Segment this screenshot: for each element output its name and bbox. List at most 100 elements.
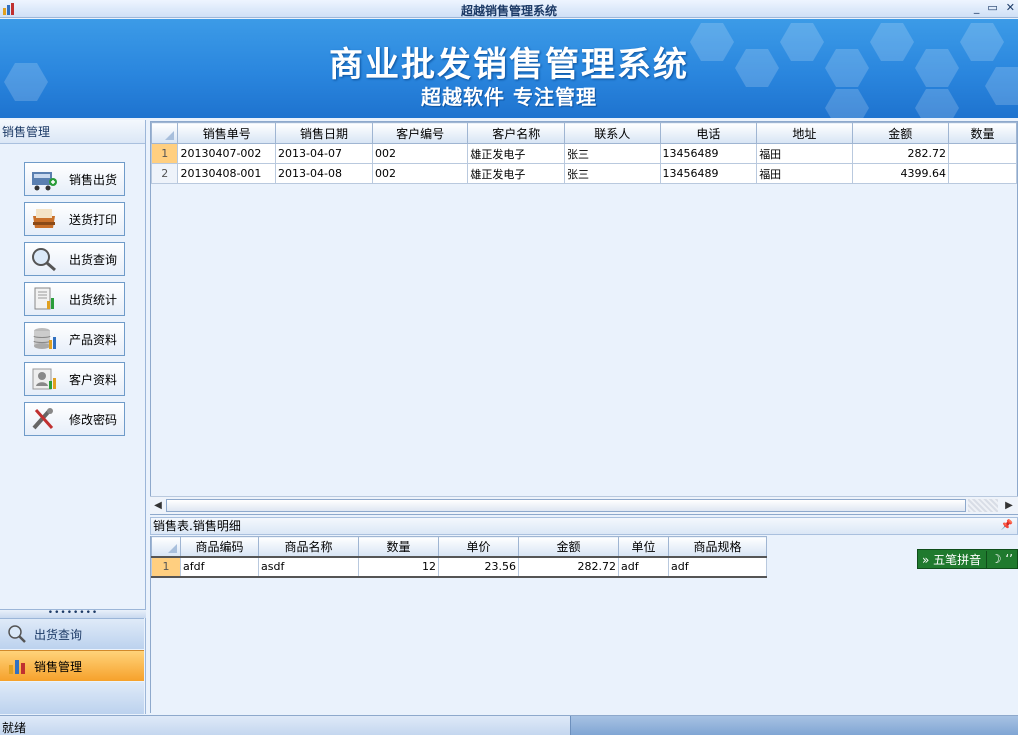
ime-mode-label: 五笔拼音 xyxy=(933,552,982,567)
column-header[interactable]: 销售日期 xyxy=(275,122,373,144)
column-header[interactable]: 商品编码 xyxy=(180,536,259,557)
shipment-stats-button[interactable]: 出货统计 xyxy=(24,282,125,316)
ime-punctuation-toggle[interactable]: ☽ ʻʼ xyxy=(987,552,1017,566)
shipment-query-button[interactable]: 出货查询 xyxy=(24,242,125,276)
column-header[interactable]: 销售单号 xyxy=(177,122,277,144)
shipment-query-label: 出货查询 xyxy=(69,252,118,267)
banner-subtitle: 超越软件 专注管理 xyxy=(421,85,597,109)
table-cell[interactable]: 12 xyxy=(358,556,439,577)
table-cell[interactable] xyxy=(947,163,1017,184)
product-info-button[interactable]: 产品资料 xyxy=(24,322,125,356)
sales-detail-grid[interactable]: 商品编码 商品名称 数量 单价 金额 单位 商品规格 1 afdf asdf 1… xyxy=(151,536,767,578)
table-cell[interactable]: 002 xyxy=(371,163,469,184)
table-cell[interactable]: 13456489 xyxy=(659,143,758,164)
nav-footer xyxy=(0,682,144,714)
table-row[interactable]: 1 20130407-002 2013-04-07 002 雄正发电子 张三 1… xyxy=(151,143,1017,164)
column-header[interactable]: 商品规格 xyxy=(668,536,767,557)
minimize-icon[interactable]: _ xyxy=(974,1,980,14)
grid-corner[interactable] xyxy=(151,122,179,144)
sales-shipment-button[interactable]: 销售出货 xyxy=(24,162,125,196)
row-number[interactable]: 1 xyxy=(151,556,181,577)
column-header[interactable]: 地址 xyxy=(756,122,853,144)
ime-expand-icon: » xyxy=(922,552,930,567)
table-cell[interactable]: 雄正发电子 xyxy=(467,163,566,184)
column-header[interactable]: 电话 xyxy=(659,122,758,144)
table-cell[interactable] xyxy=(947,143,1017,164)
column-header[interactable]: 客户名称 xyxy=(467,122,566,144)
customer-info-label: 客户资料 xyxy=(69,372,118,387)
scroll-right-icon[interactable]: ▶ xyxy=(1002,499,1016,513)
status-text: 就绪 xyxy=(2,721,27,735)
table-cell[interactable]: 福田 xyxy=(756,143,853,164)
table-row[interactable]: 1 afdf asdf 12 23.56 282.72 adf adf xyxy=(151,556,767,577)
pin-icon[interactable]: 📌 xyxy=(1001,518,1013,534)
table-cell[interactable]: 2013-04-07 xyxy=(275,143,373,164)
table-cell[interactable]: 2013-04-08 xyxy=(275,163,373,184)
column-header[interactable]: 单位 xyxy=(618,536,669,557)
change-password-button[interactable]: 修改密码 xyxy=(24,402,125,436)
bar-chart-icon xyxy=(6,655,28,677)
close-icon[interactable]: ✕ xyxy=(1006,1,1015,14)
scroll-thumb[interactable] xyxy=(166,499,966,512)
status-bar: 就绪 xyxy=(0,715,1018,735)
database-icon xyxy=(29,325,59,353)
customer-info-button[interactable]: 客户资料 xyxy=(24,362,125,396)
delivery-print-button[interactable]: 送货打印 xyxy=(24,202,125,236)
column-header[interactable]: 客户编号 xyxy=(371,122,469,144)
column-header[interactable]: 数量 xyxy=(947,122,1017,144)
table-cell[interactable]: adf xyxy=(618,556,669,577)
horizontal-scrollbar[interactable]: ◀ ▶ xyxy=(150,496,1018,514)
tools-icon xyxy=(29,405,59,433)
status-panel xyxy=(570,716,1018,735)
table-cell[interactable]: 雄正发电子 xyxy=(467,143,566,164)
table-cell[interactable]: 13456489 xyxy=(659,163,758,184)
column-header[interactable]: 金额 xyxy=(518,536,619,557)
table-cell[interactable]: 张三 xyxy=(564,163,661,184)
sales-order-grid[interactable]: 销售单号 销售日期 客户编号 客户名称 联系人 电话 地址 金额 数量 1 20… xyxy=(150,121,1018,515)
table-cell[interactable]: 福田 xyxy=(756,163,853,184)
table-cell[interactable]: 282.72 xyxy=(518,556,619,577)
column-header[interactable]: 金额 xyxy=(851,122,949,144)
detail-caption-text: 销售表.销售明细 xyxy=(153,519,241,533)
table-cell[interactable]: 23.56 xyxy=(438,556,519,577)
banner: 商业批发销售管理系统 超越软件 专注管理 xyxy=(0,19,1018,118)
table-cell[interactable]: asdf xyxy=(258,556,359,577)
table-cell[interactable]: afdf xyxy=(180,556,259,577)
window-title: 超越销售管理系统 xyxy=(460,4,557,18)
table-cell[interactable]: 282.72 xyxy=(851,143,949,164)
table-cell[interactable]: 002 xyxy=(371,143,469,164)
shipment-stats-label: 出货统计 xyxy=(69,292,118,307)
delivery-print-label: 送货打印 xyxy=(69,212,118,227)
scroll-track[interactable] xyxy=(968,499,998,512)
column-header[interactable]: 单价 xyxy=(438,536,519,557)
nav-sales-management[interactable]: 销售管理 xyxy=(0,650,144,681)
scroll-left-icon[interactable]: ◀ xyxy=(151,499,165,513)
column-header[interactable]: 联系人 xyxy=(564,122,661,144)
table-cell[interactable]: adf xyxy=(668,556,767,577)
column-header[interactable]: 数量 xyxy=(358,536,439,557)
table-cell[interactable]: 20130407-002 xyxy=(177,143,277,164)
column-header[interactable]: 商品名称 xyxy=(258,536,359,557)
contact-card-icon xyxy=(29,365,59,393)
table-cell[interactable]: 张三 xyxy=(564,143,661,164)
sidebar-splitter[interactable]: •••••••• xyxy=(0,609,146,618)
table-row[interactable]: 2 20130408-001 2013-04-08 002 雄正发电子 张三 1… xyxy=(151,163,1017,184)
ime-label[interactable]: » 五笔拼音 xyxy=(918,550,987,568)
table-cell[interactable]: 4399.64 xyxy=(851,163,949,184)
detail-panel-caption: 销售表.销售明细 📌 xyxy=(150,517,1018,535)
table-cell[interactable]: 20130408-001 xyxy=(177,163,277,184)
sidebar-header: 销售管理 xyxy=(0,120,145,144)
title-bar: 超越销售管理系统 _ ▭ ✕ xyxy=(0,0,1018,18)
nav-sales-management-label: 销售管理 xyxy=(34,659,83,674)
grid-corner[interactable] xyxy=(151,536,181,557)
banner-title: 商业批发销售管理系统 xyxy=(329,45,689,85)
nav-shipment-query-label: 出货查询 xyxy=(34,627,83,642)
report-chart-icon xyxy=(29,285,59,313)
row-number[interactable]: 1 xyxy=(151,143,179,164)
tray-icon xyxy=(29,205,59,233)
row-number[interactable]: 2 xyxy=(151,163,179,184)
magnifier-icon xyxy=(6,623,28,645)
ime-toolbar[interactable]: » 五笔拼音 ☽ ʻʼ xyxy=(917,549,1018,569)
restore-icon[interactable]: ▭ xyxy=(987,1,997,14)
nav-shipment-query[interactable]: 出货查询 xyxy=(0,618,144,649)
